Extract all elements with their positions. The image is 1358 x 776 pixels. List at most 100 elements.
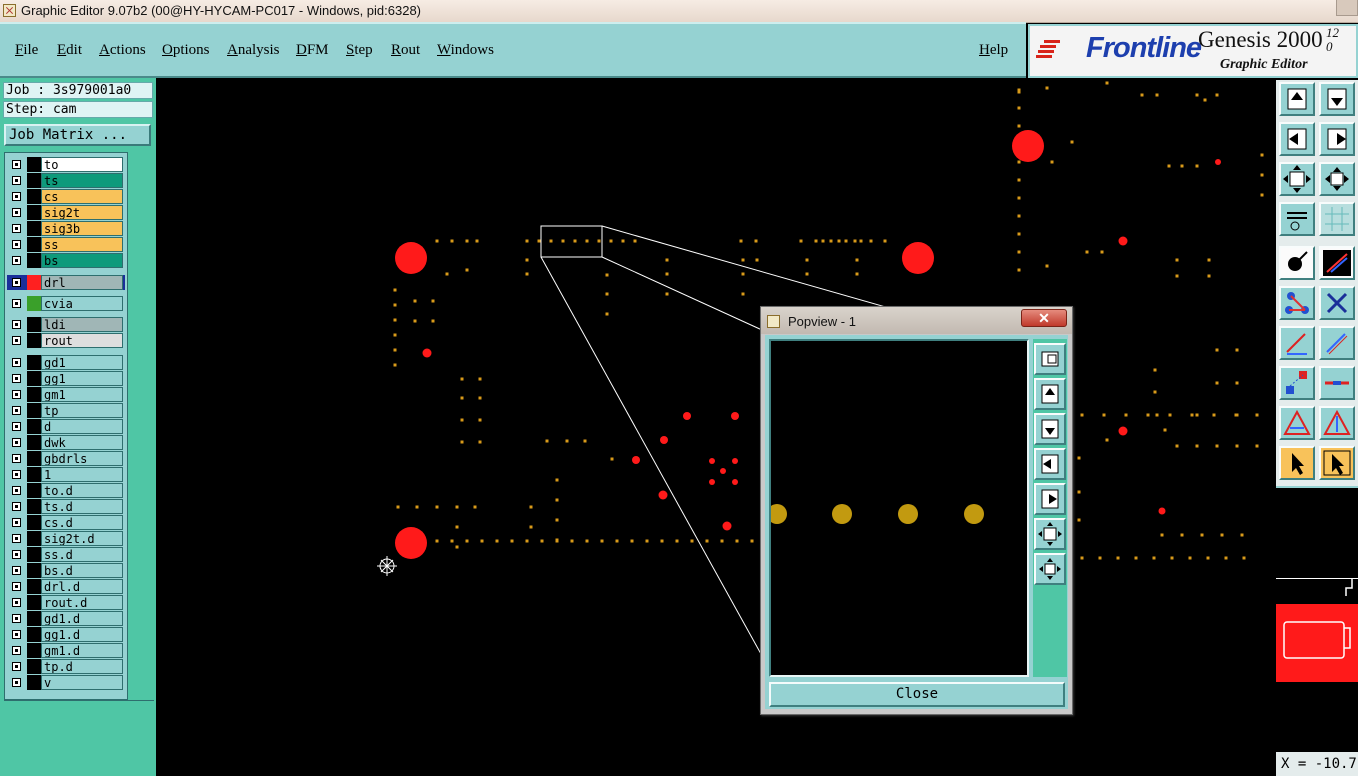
- layer-checkbox[interactable]: [12, 358, 21, 367]
- layer-row-ldi[interactable]: ldi: [7, 317, 125, 332]
- pan-right-icon[interactable]: [1319, 122, 1355, 156]
- layer-checkbox[interactable]: [12, 438, 21, 447]
- layer-checkbox[interactable]: [12, 208, 21, 217]
- layer-color-swatch[interactable]: [27, 611, 41, 626]
- layer-checkbox[interactable]: [12, 678, 21, 687]
- layer-color-swatch[interactable]: [27, 595, 41, 610]
- layer-row-gbdrls[interactable]: gbdrls: [7, 451, 125, 466]
- popview-zoom-home-icon[interactable]: [1034, 343, 1066, 375]
- layer-color-swatch[interactable]: [27, 675, 41, 690]
- layer-checkbox[interactable]: [12, 646, 21, 655]
- popview-pan-down-icon[interactable]: [1034, 413, 1066, 445]
- layer-row-bs-d[interactable]: bs.d: [7, 563, 125, 578]
- layer-checkbox[interactable]: [12, 550, 21, 559]
- pan-down-icon[interactable]: [1319, 82, 1355, 116]
- layer-color-swatch[interactable]: [27, 253, 41, 268]
- popview-pan-right-icon[interactable]: [1034, 483, 1066, 515]
- layer-color-swatch[interactable]: [27, 355, 41, 370]
- layer-color-swatch[interactable]: [27, 205, 41, 220]
- layer-checkbox[interactable]: [12, 598, 21, 607]
- layer-row-gm1-d[interactable]: gm1.d: [7, 643, 125, 658]
- layer-checkbox[interactable]: [12, 518, 21, 527]
- menu-options[interactable]: Options: [162, 42, 210, 59]
- layer-checkbox[interactable]: [12, 406, 21, 415]
- triangle-blue-icon[interactable]: [1319, 406, 1355, 440]
- menu-dfm[interactable]: DFM: [296, 42, 329, 59]
- layer-color-swatch[interactable]: [27, 275, 41, 290]
- menu-analysis[interactable]: Analysis: [227, 42, 280, 59]
- layer-row-dwk[interactable]: dwk: [7, 435, 125, 450]
- layer-checkbox[interactable]: [12, 534, 21, 543]
- settings-tools-icon[interactable]: [1279, 202, 1315, 236]
- popview-close-x-button[interactable]: ✕: [1021, 309, 1067, 327]
- layer-checkbox[interactable]: [12, 374, 21, 383]
- layer-row-1[interactable]: 1: [7, 467, 125, 482]
- line-blue-icon[interactable]: [1319, 326, 1355, 360]
- layer-color-swatch[interactable]: [27, 403, 41, 418]
- layer-row-to[interactable]: to: [7, 157, 125, 172]
- triangle-red-icon[interactable]: [1279, 406, 1315, 440]
- popview-pan-left-icon[interactable]: [1034, 448, 1066, 480]
- pan-up-icon[interactable]: [1279, 82, 1315, 116]
- layer-color-swatch[interactable]: [27, 435, 41, 450]
- layer-color-swatch[interactable]: [27, 237, 41, 252]
- cross-select-icon[interactable]: [1319, 286, 1355, 320]
- layer-checkbox[interactable]: [12, 582, 21, 591]
- layer-checkbox[interactable]: [12, 336, 21, 345]
- layer-row-sig2t-d[interactable]: sig2t.d: [7, 531, 125, 546]
- layer-color-swatch[interactable]: [27, 387, 41, 402]
- layer-row-tp[interactable]: tp: [7, 403, 125, 418]
- layer-row-drl-d[interactable]: drl.d: [7, 579, 125, 594]
- layer-checkbox[interactable]: [12, 256, 21, 265]
- layer-color-swatch[interactable]: [27, 659, 41, 674]
- measure-icon[interactable]: [1319, 246, 1355, 280]
- layer-row-rout[interactable]: rout: [7, 333, 125, 348]
- minus-line-icon[interactable]: [1319, 366, 1355, 400]
- layer-checkbox[interactable]: [12, 470, 21, 479]
- job-matrix-button[interactable]: Job Matrix ...: [4, 124, 151, 146]
- layer-color-swatch[interactable]: [27, 467, 41, 482]
- layer-row-gg1[interactable]: gg1: [7, 371, 125, 386]
- menu-edit[interactable]: Edit: [57, 42, 82, 59]
- layer-checkbox[interactable]: [12, 240, 21, 249]
- layer-checkbox[interactable]: [12, 320, 21, 329]
- layer-color-swatch[interactable]: [27, 499, 41, 514]
- layer-list-scrollbar[interactable]: [130, 152, 154, 700]
- zoom-home-icon[interactable]: [1319, 162, 1355, 196]
- layer-row-to-d[interactable]: to.d: [7, 483, 125, 498]
- layer-color-swatch[interactable]: [27, 579, 41, 594]
- popview-canvas[interactable]: [767, 339, 1029, 677]
- layer-checkbox[interactable]: [12, 390, 21, 399]
- menu-actions[interactable]: Actions: [99, 42, 146, 59]
- select-feature-icon[interactable]: [1279, 246, 1315, 280]
- layer-row-rout-d[interactable]: rout.d: [7, 595, 125, 610]
- layer-checkbox[interactable]: [12, 630, 21, 639]
- overview-thumbnail[interactable]: [1276, 486, 1358, 754]
- line-red-icon[interactable]: [1279, 326, 1315, 360]
- layer-checkbox[interactable]: [12, 662, 21, 671]
- layer-row-ts-d[interactable]: ts.d: [7, 499, 125, 514]
- layer-row-ss-d[interactable]: ss.d: [7, 547, 125, 562]
- layer-color-swatch[interactable]: [27, 296, 41, 311]
- layer-row-cs[interactable]: cs: [7, 189, 125, 204]
- layer-color-swatch[interactable]: [27, 515, 41, 530]
- pan-left-icon[interactable]: [1279, 122, 1315, 156]
- layer-row-ts[interactable]: ts: [7, 173, 125, 188]
- pointer-arrow-icon[interactable]: [1279, 446, 1315, 480]
- layer-color-swatch[interactable]: [27, 189, 41, 204]
- layer-row-cs-d[interactable]: cs.d: [7, 515, 125, 530]
- layer-color-swatch[interactable]: [27, 371, 41, 386]
- layer-color-swatch[interactable]: [27, 317, 41, 332]
- menu-rout[interactable]: Rout: [391, 42, 420, 59]
- layer-color-swatch[interactable]: [27, 547, 41, 562]
- layer-color-swatch[interactable]: [27, 451, 41, 466]
- menu-step[interactable]: Step: [346, 42, 373, 59]
- graphic-canvas[interactable]: [157, 80, 1276, 776]
- layer-color-swatch[interactable]: [27, 483, 41, 498]
- layer-checkbox[interactable]: [12, 176, 21, 185]
- layer-color-swatch[interactable]: [27, 419, 41, 434]
- layer-row-gg1-d[interactable]: gg1.d: [7, 627, 125, 642]
- zoom-fit-icon[interactable]: [1279, 162, 1315, 196]
- layer-checkbox[interactable]: [12, 502, 21, 511]
- layer-row-v[interactable]: v: [7, 675, 125, 690]
